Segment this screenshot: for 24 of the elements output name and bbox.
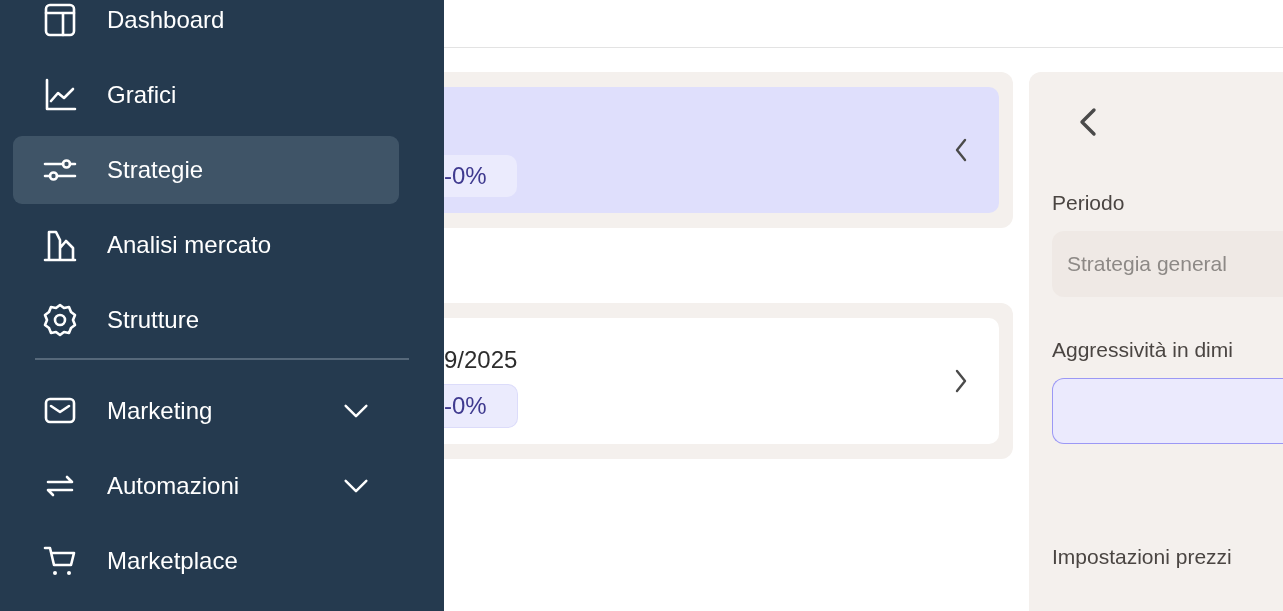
input-field[interactable]: [1052, 378, 1283, 445]
sidebar-item[interactable]: Marketing: [13, 377, 399, 445]
strategy-card[interactable]: 9/2025 -0%: [444, 318, 999, 444]
field-label: Periodo: [1052, 190, 1126, 216]
field-label: Aggressività in dimi: [1052, 337, 1234, 363]
chevron-icon: [343, 403, 369, 419]
change-badge: -0%: [444, 384, 518, 428]
sidebar-item[interactable]: Marketplace: [13, 527, 399, 595]
gear-icon: [42, 302, 78, 338]
strategy-card[interactable]: -0%: [444, 87, 999, 213]
layout-icon: [42, 2, 78, 38]
sidebar-item[interactable]: Automazioni: [13, 452, 399, 520]
change-badge: -0%: [444, 155, 517, 197]
sidebar-item[interactable]: Strategie: [13, 136, 399, 204]
input-field[interactable]: Strategia general: [1052, 231, 1283, 298]
chevron-icon: [953, 368, 969, 394]
chevron-icon: [343, 478, 369, 494]
chevron-icon: [953, 137, 969, 163]
strategy-date: 9/2025: [444, 348, 519, 375]
sidebar-item[interactable]: Grafici: [13, 61, 399, 129]
sidebar-item[interactable]: Dashboard: [13, 0, 399, 54]
sidebar-item[interactable]: Strutture: [13, 286, 399, 354]
section-title: Impostazioni prezzi: [1052, 544, 1233, 570]
sidebar-item[interactable]: Analisi mercato: [13, 211, 399, 279]
